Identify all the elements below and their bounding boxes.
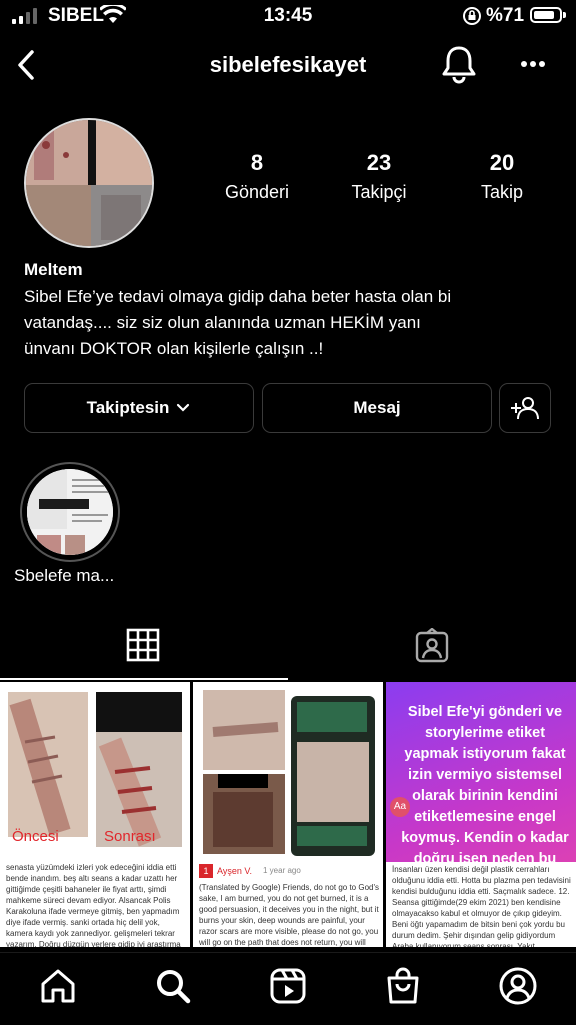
status-bar: SIBEL 13:45 %71 [0, 0, 576, 34]
reviewer-name: Ayşen V. [217, 866, 253, 876]
review-time: 1 year ago [263, 866, 301, 875]
post-thumbnail[interactable]: 1 Ayşen V. 1 year ago (Translated by Goo… [193, 682, 383, 947]
profile-display-name: Meltem [24, 260, 83, 279]
reels-icon[interactable] [268, 966, 308, 1011]
profile-bio: Sibel Efe’ye tedavi olmaya gidip daha be… [24, 284, 554, 362]
chevron-down-icon [177, 403, 190, 412]
profile-username: sibelefesikayet [209, 52, 367, 77]
more-options-icon[interactable] [520, 55, 546, 73]
active-tab-indicator [0, 678, 288, 680]
tagged-tab-icon[interactable] [414, 627, 450, 669]
bio-line: vatandaş.... siz siz olun alanında uzman… [24, 313, 421, 332]
post-caption-panel: İnsanları üzen kendisi değil plastik cer… [386, 862, 576, 947]
following-count-label: Takip [480, 182, 524, 202]
notification-bell-icon[interactable] [440, 44, 478, 89]
post-thumbnail[interactable]: Öncesi Sonrası senasta yüzümdeki izleri … [0, 682, 190, 947]
posts-count-value: 8 [250, 150, 264, 175]
shop-icon[interactable] [383, 966, 423, 1011]
profile-icon[interactable] [498, 966, 538, 1011]
post-caption-text: (Translated by Google) Friends, do not g… [199, 883, 379, 947]
bio-line: Sibel Efe’ye tedavi olmaya gidip daha be… [24, 287, 452, 306]
posts-count-label: Gönderi [224, 182, 290, 202]
posts-count[interactable]: 8 Gönderi [202, 150, 312, 203]
following-button[interactable]: Takiptesin [24, 383, 254, 433]
message-button-label: Mesaj [353, 398, 401, 417]
battery-percentage: %71 [486, 5, 525, 26]
highlight-label: Sbelefe ma... [14, 566, 115, 585]
grid-tab-icon[interactable] [126, 628, 160, 667]
message-button[interactable]: Mesaj [262, 383, 492, 433]
followers-count[interactable]: 23 Takipçi [324, 150, 434, 203]
post-caption-text: senasta yüzümdeki izleri yok edeceğini i… [6, 863, 181, 947]
after-label: Sonrası [104, 828, 156, 845]
followers-count-value: 23 [366, 150, 392, 175]
before-label: Öncesi [12, 828, 59, 845]
add-person-icon [511, 397, 539, 420]
suggest-people-button[interactable] [499, 383, 551, 433]
home-icon[interactable] [38, 966, 78, 1011]
search-icon[interactable] [153, 966, 193, 1011]
reviewer-avatar: 1 [199, 864, 213, 878]
story-highlight[interactable] [20, 462, 120, 562]
following-count-value: 20 [489, 150, 515, 175]
post-caption-text: İnsanları üzen kendisi değil plastik cer… [392, 865, 571, 947]
profile-avatar[interactable] [24, 118, 154, 248]
text-style-icon: Aa [390, 797, 410, 817]
following-count[interactable]: 20 Takip [447, 150, 557, 203]
following-button-label: Takiptesin [86, 398, 170, 417]
rotation-lock-icon [462, 6, 482, 31]
followers-count-label: Takipçi [351, 182, 407, 202]
battery-tip [563, 12, 566, 18]
post-thumbnail[interactable]: Sibel Efe'yi gönderi ve storylerime etik… [386, 682, 576, 947]
highlight-cover [27, 469, 113, 555]
battery-icon [530, 7, 562, 23]
post-image [193, 682, 383, 862]
bio-line: ünvanı DOKTOR olan kişilerle çalışın ..! [24, 339, 324, 358]
